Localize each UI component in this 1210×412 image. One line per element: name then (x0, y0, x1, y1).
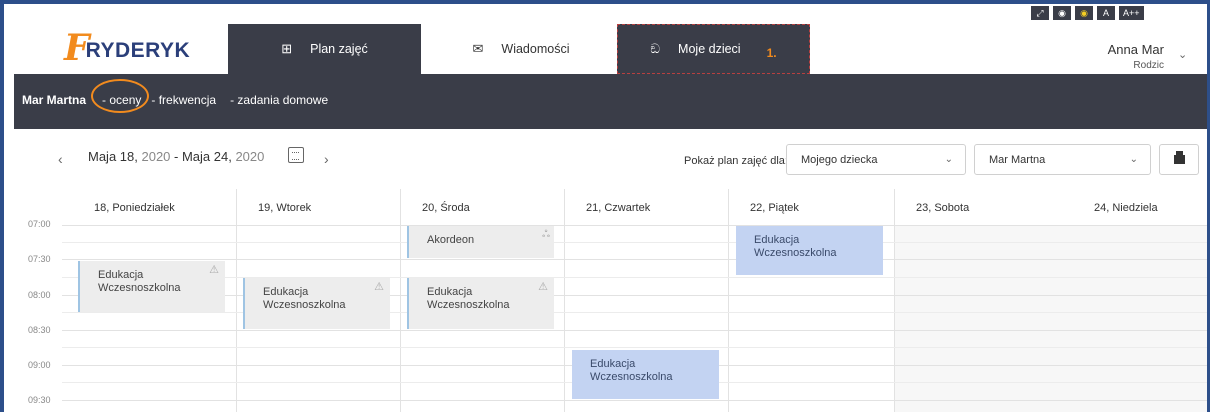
nav-moje-dzieci[interactable]: ඞ Moje dzieci 1. (617, 24, 810, 74)
next-week-button[interactable]: › (324, 151, 329, 167)
event-title: Edukacja (590, 358, 636, 370)
day-header: 20, Środa (422, 202, 470, 214)
event-card[interactable]: ஃ Akordeon (407, 226, 554, 258)
sublink-oceny[interactable]: - oceny (91, 79, 150, 113)
accessibility-toolbar: ⤢ ◉ ◉ A A++ (1031, 6, 1144, 20)
grid-line (62, 330, 1207, 331)
children-icon: ඞ (650, 41, 661, 56)
app-window: F RYDERYK ⊞ Plan zajęć ✉ Wiadomości ඞ Mo… (0, 0, 1210, 412)
weekend-area (894, 225, 1207, 412)
prev-week-button[interactable]: ‹ (58, 151, 63, 167)
show-for-label: Pokaż plan zajęć dla: (684, 155, 788, 167)
calendar-icon[interactable] (288, 147, 304, 163)
column-divider (400, 189, 401, 412)
sublink-zadania-domowe[interactable]: - zadania domowe (230, 93, 328, 107)
grid-line (62, 347, 1207, 348)
year-start: 2020 (141, 149, 171, 164)
event-title: Edukacja (427, 286, 473, 298)
highlight-circle (91, 79, 150, 113)
user-menu[interactable]: Anna Mar Rodzic (1064, 42, 1164, 71)
warning-icon: ⚠ (538, 281, 548, 293)
font-large-button[interactable]: A++ (1119, 6, 1144, 20)
print-button[interactable] (1159, 144, 1199, 175)
time-label: 07:30 (28, 254, 51, 264)
year-end: 2020 (235, 149, 265, 164)
font-normal-button[interactable]: A (1097, 6, 1115, 20)
time-label: 09:30 (28, 395, 51, 405)
select-value: Mojego dziecka (801, 153, 878, 166)
child-select[interactable]: Mar Martna ⌄ (974, 144, 1151, 175)
column-divider (236, 189, 237, 412)
grid-line (62, 312, 1207, 313)
event-card[interactable]: Edukacja Wczesnoszkolna (736, 226, 883, 275)
column-divider (894, 189, 895, 412)
nav-wiadomosci[interactable]: ✉ Wiadomości (421, 24, 621, 74)
chevron-down-icon: ⌄ (1129, 154, 1138, 165)
event-card[interactable]: Edukacja Wczesnoszkolna (572, 350, 719, 399)
day-header: 22, Piątek (750, 202, 799, 214)
contrast-icon[interactable]: ◉ (1053, 6, 1071, 20)
high-contrast-icon[interactable]: ◉ (1075, 6, 1093, 20)
group-icon: ஃ (542, 229, 550, 240)
week-calendar: 18, Poniedziałek 19, Wtorek 20, Środa 21… (14, 189, 1207, 412)
chevron-down-icon: ⌄ (944, 154, 953, 165)
event-subtitle: Wczesnoszkolna (98, 282, 181, 294)
grid-line (62, 259, 1207, 260)
user-role: Rodzic (1133, 60, 1164, 71)
event-subtitle: Wczesnoszkolna (263, 299, 346, 311)
schedule-for-select[interactable]: Mojego dziecka ⌄ (786, 144, 966, 175)
event-subtitle: Wczesnoszkolna (754, 247, 837, 259)
printer-icon (1173, 151, 1185, 164)
logo[interactable]: F RYDERYK (64, 28, 214, 68)
calendar-grid-icon: ⊞ (281, 41, 293, 56)
day-header: 23, Sobota (916, 202, 970, 214)
schedule-toolbar: ‹ Maja 18, 2020 - Maja 24, 2020 › Pokaż … (14, 129, 1207, 189)
step-marker: 1. (766, 46, 777, 60)
day-header: 24, Niedziela (1094, 202, 1158, 214)
event-card[interactable]: ⚠ Edukacja Wczesnoszkolna (78, 261, 225, 312)
warning-icon: ⚠ (374, 281, 384, 293)
top-header: F RYDERYK ⊞ Plan zajęć ✉ Wiadomości ඞ Mo… (14, 20, 1207, 74)
date-range: Maja 18, 2020 - Maja 24, 2020 (88, 149, 264, 164)
logo-text: RYDERYK (85, 39, 191, 62)
date-sep: - Maja 24, (170, 149, 236, 164)
event-title: Edukacja (98, 269, 144, 281)
expand-icon[interactable]: ⤢ (1031, 6, 1049, 20)
column-divider (728, 189, 729, 412)
grid-line (62, 400, 1207, 401)
envelope-icon: ✉ (472, 41, 484, 56)
event-subtitle: Wczesnoszkolna (590, 371, 673, 383)
chevron-down-icon[interactable]: ⌄ (1178, 48, 1187, 61)
nav-label: Plan zajęć (310, 42, 368, 56)
nav-plan-zajec[interactable]: ⊞ Plan zajęć (228, 24, 421, 74)
grid-line (62, 295, 1207, 296)
event-title: Edukacja (754, 234, 800, 246)
time-label: 09:00 (28, 360, 51, 370)
grid-line (62, 225, 1207, 226)
day-header: 21, Czwartek (586, 202, 651, 214)
time-label: 08:30 (28, 325, 51, 335)
time-label: 07:00 (28, 219, 51, 229)
event-card[interactable]: ⚠ Edukacja Wczesnoszkolna (243, 278, 390, 329)
day-header: 19, Wtorek (258, 202, 312, 214)
select-value: Mar Martna (989, 153, 1046, 166)
column-divider (564, 189, 565, 412)
event-card[interactable]: ⚠ Edukacja Wczesnoszkolna (407, 278, 554, 329)
child-name: Mar Martna (22, 93, 87, 107)
warning-icon: ⚠ (209, 264, 219, 276)
sublink-frekwencja[interactable]: - frekwencja (151, 93, 216, 107)
grid-line (62, 242, 1207, 243)
event-subtitle: Wczesnoszkolna (427, 299, 510, 311)
day-header: 18, Poniedziałek (94, 202, 175, 214)
event-title: Edukacja (263, 286, 309, 298)
user-name: Anna Mar (1107, 42, 1164, 57)
time-label: 08:00 (28, 290, 51, 300)
event-title: Akordeon (427, 234, 475, 246)
child-subnav: Mar Martna - oceny - frekwencja - zadani… (14, 74, 1207, 129)
nav-label: Wiadomości (501, 42, 570, 56)
grid-line (62, 277, 1207, 278)
date-start: Maja 18, (88, 149, 142, 164)
nav-label: Moje dzieci (678, 42, 741, 56)
